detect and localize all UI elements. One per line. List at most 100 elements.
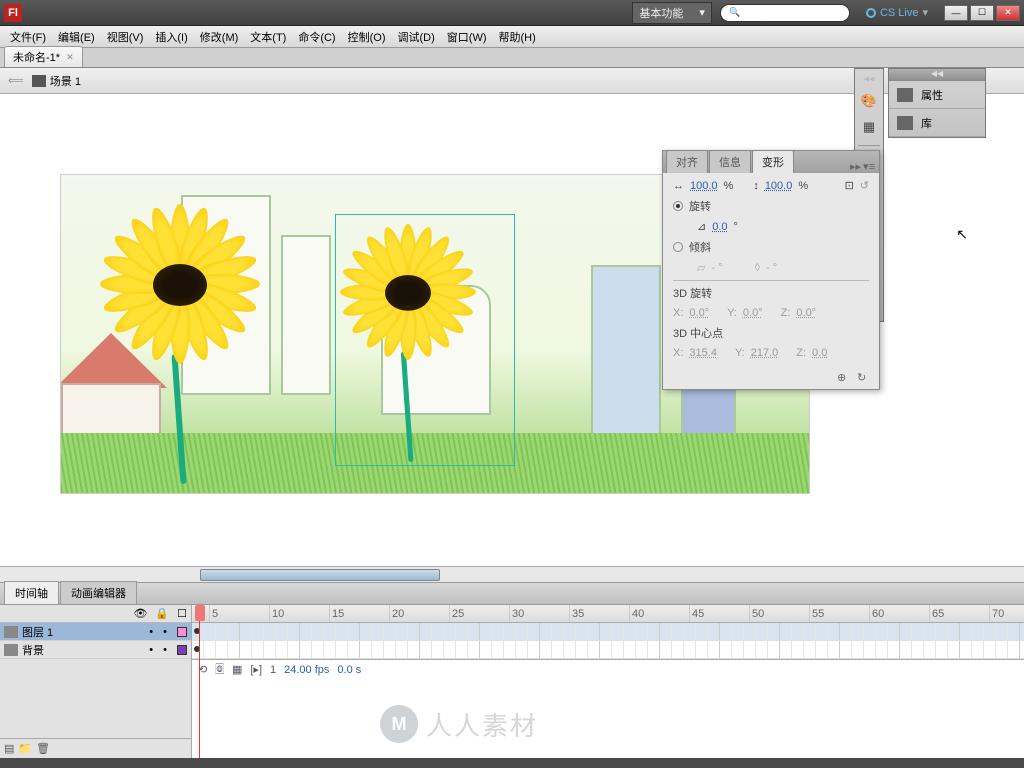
fps-label: 24.00 fps (284, 664, 329, 676)
panel-collapse-icon[interactable]: ▸▸ (850, 160, 861, 173)
timeline-status: ⟲ 🀙 ▦ [▸] 1 24.00 fps 0.0 s ◀ (192, 659, 1024, 679)
cs-live-button[interactable]: CS Live ▾ (866, 6, 928, 19)
new-layer-icon[interactable]: ▤ (4, 742, 14, 755)
menu-help[interactable]: 帮助(H) (493, 26, 542, 48)
new-folder-icon[interactable]: 📁 (18, 742, 32, 755)
reset-icon[interactable]: ↺ (860, 179, 869, 192)
library-panel-button[interactable]: 库 (889, 109, 985, 137)
delete-layer-icon[interactable]: 🗑 (36, 742, 50, 755)
rotate-value[interactable]: 0.0 (712, 221, 727, 233)
rot3d-x[interactable]: 0.0° (689, 307, 709, 319)
skew-label: 倾斜 (689, 239, 711, 255)
back-icon[interactable]: ⟸ (8, 74, 24, 87)
layer-icon (4, 626, 18, 638)
time-label: 0.0 s (337, 664, 361, 676)
properties-label: 属性 (921, 87, 943, 103)
center-z[interactable]: 0.0 (812, 347, 827, 359)
angle-icon: ⊿ (697, 220, 706, 233)
onion-icon[interactable]: ▦ (232, 663, 242, 676)
menu-debug[interactable]: 调试(D) (392, 26, 441, 48)
properties-panel-button[interactable]: 属性 (889, 81, 985, 109)
menu-edit[interactable]: 编辑(E) (52, 26, 101, 48)
minimize-button[interactable]: — (944, 5, 968, 21)
layer-row[interactable]: 背景 •• (0, 641, 191, 659)
layer-icon (4, 644, 18, 656)
layer-row[interactable]: 图层 1 •• (0, 623, 191, 641)
close-tab-icon[interactable]: ✕ (66, 52, 74, 63)
maximize-button[interactable]: ☐ (970, 5, 994, 21)
skew-h-value: - ° (711, 262, 722, 274)
stage-scrollbar-h[interactable] (0, 566, 1024, 582)
scene-name: 场景 1 (50, 73, 81, 89)
collapsed-panels: ◀◀ 属性 库 (888, 68, 986, 138)
skew-h-icon: ▱ (697, 261, 705, 274)
cs-live-label: CS Live (880, 7, 919, 19)
scrollbar-thumb[interactable] (200, 569, 440, 581)
visibility-icon[interactable]: 👁 (133, 607, 147, 620)
menu-insert[interactable]: 插入(I) (149, 26, 193, 48)
menu-text[interactable]: 文本(T) (244, 26, 292, 48)
constrain-icon[interactable]: ⊡ (845, 179, 854, 192)
menu-control[interactable]: 控制(O) (342, 26, 392, 48)
height-icon: ↕ (753, 180, 759, 192)
skew-v-value: - ° (766, 262, 777, 274)
rotate-radio[interactable] (673, 201, 683, 211)
scale-height[interactable]: 100.0 (765, 180, 793, 192)
panel-menu-icon[interactable]: ▾≡ (863, 160, 875, 173)
app-logo: Fl (4, 4, 22, 22)
cursor-icon: ↖ (956, 226, 968, 243)
document-tab[interactable]: 未命名-1* ✕ (4, 46, 83, 67)
tab-align[interactable]: 对齐 (666, 150, 708, 173)
close-button[interactable]: ✕ (996, 5, 1020, 21)
skew-v-icon: ◊ (755, 262, 760, 274)
reset-transform-icon[interactable]: ↻ (857, 371, 871, 385)
rotate-label: 旋转 (689, 198, 711, 214)
workspace-label: 基本功能 (639, 5, 683, 21)
menu-window[interactable]: 窗口(W) (441, 26, 493, 48)
skew-radio[interactable] (673, 242, 683, 252)
onion-icon[interactable]: 🀙 (215, 663, 224, 676)
tab-motion-editor[interactable]: 动画编辑器 (60, 581, 137, 604)
width-icon: ↔ (673, 180, 684, 192)
lock-icon[interactable]: 🔒 (155, 607, 169, 620)
search-icon: 🔍 (729, 7, 740, 18)
tab-transform[interactable]: 变形 (752, 150, 794, 173)
menu-commands[interactable]: 命令(C) (292, 26, 341, 48)
playhead-line (199, 621, 200, 758)
rot3d-z[interactable]: 0.0° (796, 307, 816, 319)
scene-icon (32, 75, 46, 87)
titlebar: Fl 基本功能 ▾ 🔍 CS Live ▾ — ☐ ✕ (0, 0, 1024, 26)
playhead[interactable] (195, 605, 205, 621)
layer-footer: ▤ 📁 🗑 (0, 738, 191, 758)
workspace-selector[interactable]: 基本功能 ▾ (632, 2, 712, 24)
center3d-label: 3D 中心点 (673, 325, 723, 341)
tab-info[interactable]: 信息 (709, 150, 751, 173)
panel-collapse-icon[interactable]: ◀◀ (889, 69, 985, 81)
outline-icon[interactable]: ☐ (177, 607, 187, 620)
frames-panel[interactable]: 1510152025303540455055606570758 ⟲ 🀙 ▦ [▸… (192, 605, 1024, 758)
scale-width[interactable]: 100.0 (690, 180, 718, 192)
menu-view[interactable]: 视图(V) (101, 26, 150, 48)
frame-row[interactable] (192, 641, 1024, 659)
search-input[interactable]: 🔍 (720, 4, 850, 22)
timeline-panel: 时间轴 动画编辑器 👁 🔒 ☐ 图层 1 •• (0, 582, 1024, 758)
onion-icon[interactable]: [▸] (250, 663, 262, 676)
scene-label[interactable]: 场景 1 (32, 73, 81, 89)
document-tab-label: 未命名-1* (13, 49, 60, 65)
current-frame: 1 (270, 664, 276, 676)
center-x[interactable]: 315.4 (689, 347, 717, 359)
transform-panel: 对齐 信息 变形 ▸▸ ▾≡ ↔ 100.0% ↕ 100.0% ⊡ ↺ 旋转 … (662, 150, 880, 390)
frame-ruler[interactable]: 1510152025303540455055606570758 (192, 605, 1024, 623)
document-tabs: 未命名-1* ✕ (0, 48, 1024, 68)
menu-file[interactable]: 文件(F) (4, 26, 52, 48)
menu-modify[interactable]: 修改(M) (194, 26, 245, 48)
swatches-icon[interactable]: 🎨 (859, 91, 879, 111)
cs-live-icon (866, 8, 876, 18)
center-y[interactable]: 217.0 (751, 347, 779, 359)
frame-row[interactable] (192, 623, 1024, 641)
duplicate-icon[interactable]: ⊕ (837, 371, 851, 385)
color-icon[interactable]: ▦ (859, 117, 879, 137)
rot3d-y[interactable]: 0.0° (743, 307, 763, 319)
menubar: 文件(F) 编辑(E) 视图(V) 插入(I) 修改(M) 文本(T) 命令(C… (0, 26, 1024, 48)
tab-timeline[interactable]: 时间轴 (4, 581, 59, 604)
